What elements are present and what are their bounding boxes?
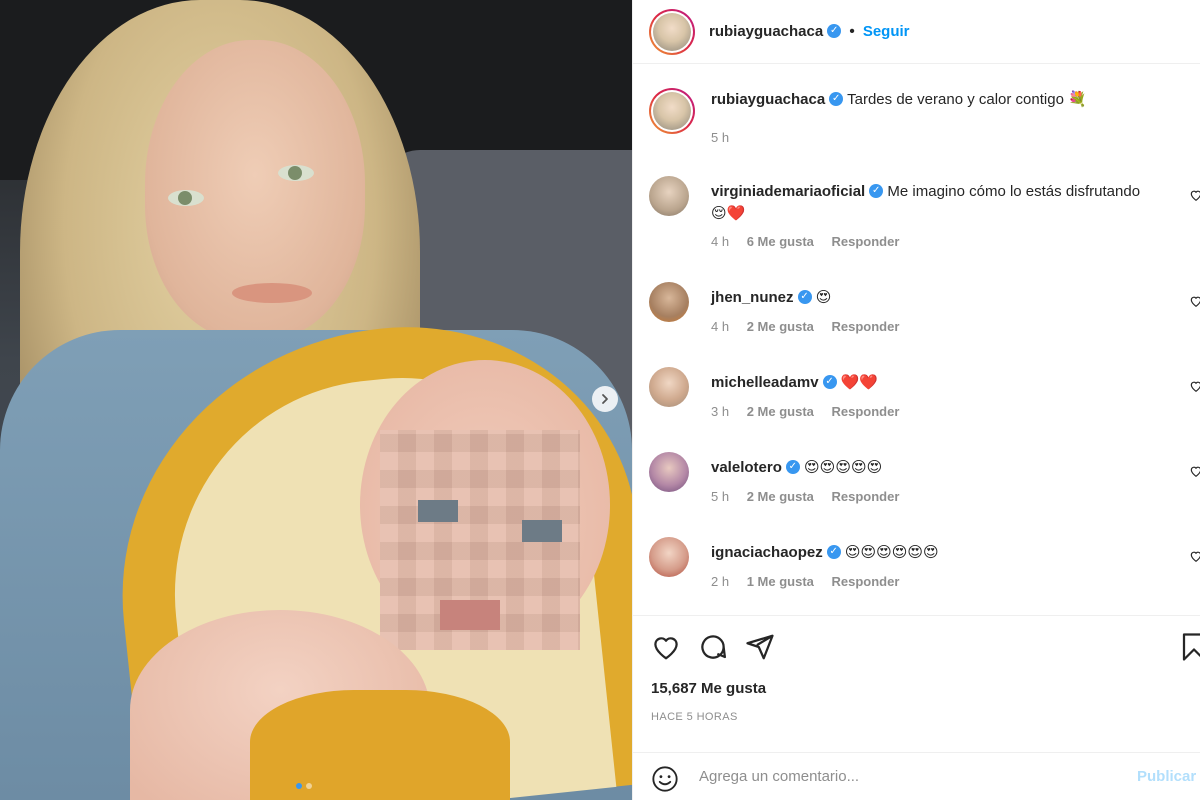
comment-composer: Agrega un comentario... Publicar bbox=[633, 752, 1200, 800]
caption-avatar[interactable] bbox=[649, 88, 695, 134]
comment-username[interactable]: virginiademariaoficial bbox=[711, 183, 865, 200]
caption-avatar-photo bbox=[653, 92, 691, 130]
caption-text-block: rubiayguachaca ✓ Tardes de verano y calor… bbox=[711, 89, 1141, 111]
comments-list: rubiayguachaca ✓ Tardes de verano y calor… bbox=[633, 64, 1200, 616]
comment-text-block: ignaciachaopez ✓ 😍😍😍😍😍😍 bbox=[711, 542, 1141, 564]
caption-username[interactable]: rubiayguachaca bbox=[711, 91, 825, 108]
verified-badge-icon: ✓ bbox=[826, 545, 841, 560]
heart-icon[interactable] bbox=[1189, 379, 1200, 393]
comment-likes[interactable]: 1 Me gusta bbox=[747, 574, 814, 589]
comment-likes[interactable]: 2 Me gusta bbox=[747, 489, 814, 504]
commenter-avatar[interactable] bbox=[649, 176, 689, 216]
comment-text-block: michelleadamv ✓ ❤️❤️ bbox=[711, 372, 1141, 394]
comment-username[interactable]: michelleadamv bbox=[711, 374, 819, 391]
photo-towel-bottom bbox=[250, 690, 510, 800]
commenter-avatar[interactable] bbox=[649, 452, 689, 492]
heart-icon[interactable] bbox=[1189, 294, 1200, 308]
comment-bubble-icon[interactable] bbox=[698, 632, 728, 662]
publish-button[interactable]: Publicar bbox=[1137, 768, 1196, 785]
comment-text: ❤️❤️ bbox=[840, 374, 879, 391]
comment-time: 5 h bbox=[711, 489, 730, 504]
photo-eye-left bbox=[168, 190, 204, 206]
comment-meta: 4 h 6 Me gusta Responder bbox=[711, 234, 913, 249]
caption-time: 5 h bbox=[711, 130, 730, 145]
heart-icon[interactable] bbox=[1189, 549, 1200, 563]
chevron-right-icon bbox=[602, 394, 608, 404]
comment-time: 4 h bbox=[711, 319, 730, 334]
header-separator: • bbox=[849, 22, 855, 40]
smiley-icon[interactable] bbox=[651, 765, 679, 793]
comment-text-block: virginiademariaoficial ✓ Me imagino cómo … bbox=[711, 181, 1141, 225]
author-avatar-photo bbox=[653, 12, 691, 51]
post-timestamp[interactable]: HACE 5 HORAS bbox=[651, 711, 738, 723]
photo-lips bbox=[232, 283, 312, 303]
comment-likes[interactable]: 6 Me gusta bbox=[747, 234, 814, 249]
comment-meta: 5 h 2 Me gusta Responder bbox=[711, 489, 913, 504]
post-header: rubiayguachaca ✓ • Seguir bbox=[633, 0, 1200, 64]
comment-username[interactable]: jhen_nunez bbox=[711, 289, 794, 306]
comment-time: 4 h bbox=[711, 234, 730, 249]
comment-reply-button[interactable]: Responder bbox=[832, 489, 900, 504]
comment-username[interactable]: ignaciachaopez bbox=[711, 544, 823, 561]
bookmark-icon[interactable] bbox=[1179, 632, 1200, 662]
verified-badge-icon: ✓ bbox=[785, 460, 800, 475]
verified-badge-icon: ✓ bbox=[829, 92, 844, 107]
author-username[interactable]: rubiayguachaca bbox=[709, 23, 823, 40]
photo-eye-right bbox=[278, 165, 314, 181]
paper-plane-icon[interactable] bbox=[745, 632, 775, 662]
commenter-avatar[interactable] bbox=[649, 282, 689, 322]
comment-likes[interactable]: 2 Me gusta bbox=[747, 404, 814, 419]
comment-text-block: valelotero ✓ 😍😍😍😍😍 bbox=[711, 457, 1141, 479]
comment-meta: 3 h 2 Me gusta Responder bbox=[711, 404, 913, 419]
comment-time: 2 h bbox=[711, 574, 730, 589]
carousel-next-button[interactable] bbox=[592, 386, 618, 412]
caption-text: Tardes de verano y calor contigo bbox=[847, 91, 1064, 108]
comment-meta: 2 h 1 Me gusta Responder bbox=[711, 574, 913, 589]
post-photo[interactable] bbox=[0, 0, 632, 800]
verified-badge-icon: ✓ bbox=[822, 375, 837, 390]
comment-likes[interactable]: 2 Me gusta bbox=[747, 319, 814, 334]
verified-badge-icon: ✓ bbox=[869, 184, 884, 199]
comment-reply-button[interactable]: Responder bbox=[832, 404, 900, 419]
comment-text: 😍 bbox=[815, 289, 832, 306]
verified-badge-icon: ✓ bbox=[827, 23, 842, 38]
commenter-avatar[interactable] bbox=[649, 537, 689, 577]
photo-pixel-eye-right bbox=[522, 520, 562, 542]
carousel-dots bbox=[296, 783, 312, 789]
comment-username[interactable]: valelotero bbox=[711, 459, 782, 476]
heart-icon[interactable] bbox=[1189, 464, 1200, 478]
comment-reply-button[interactable]: Responder bbox=[832, 319, 900, 334]
carousel-dot-active bbox=[296, 783, 302, 789]
post-side-panel: rubiayguachaca ✓ • Seguir rubiayguachaca… bbox=[632, 0, 1200, 800]
post-actions bbox=[633, 616, 1200, 676]
caption-emoji: 💐 bbox=[1068, 91, 1087, 108]
heart-icon[interactable] bbox=[1189, 188, 1200, 202]
comment-input[interactable]: Agrega un comentario... bbox=[699, 768, 859, 785]
caption-meta: 5 h bbox=[711, 130, 743, 145]
comment-meta: 4 h 2 Me gusta Responder bbox=[711, 319, 913, 334]
heart-icon[interactable] bbox=[651, 632, 681, 662]
follow-button[interactable]: Seguir bbox=[863, 23, 910, 40]
commenter-avatar[interactable] bbox=[649, 367, 689, 407]
comment-time: 3 h bbox=[711, 404, 730, 419]
comment-text: 😍😍😍😍😍 bbox=[804, 459, 883, 476]
photo-pixel-mouth bbox=[440, 600, 500, 630]
likes-count[interactable]: 15,687 Me gusta bbox=[651, 680, 766, 697]
author-avatar[interactable] bbox=[649, 8, 695, 55]
photo-pixel-eye-left bbox=[418, 500, 458, 522]
carousel-dot bbox=[306, 783, 312, 789]
verified-badge-icon: ✓ bbox=[797, 290, 812, 305]
comment-reply-button[interactable]: Responder bbox=[832, 574, 900, 589]
comment-text: 😍😍😍😍😍😍 bbox=[844, 544, 939, 561]
comment-text-block: jhen_nunez ✓ 😍 bbox=[711, 287, 1141, 309]
comment-reply-button[interactable]: Responder bbox=[832, 234, 900, 249]
